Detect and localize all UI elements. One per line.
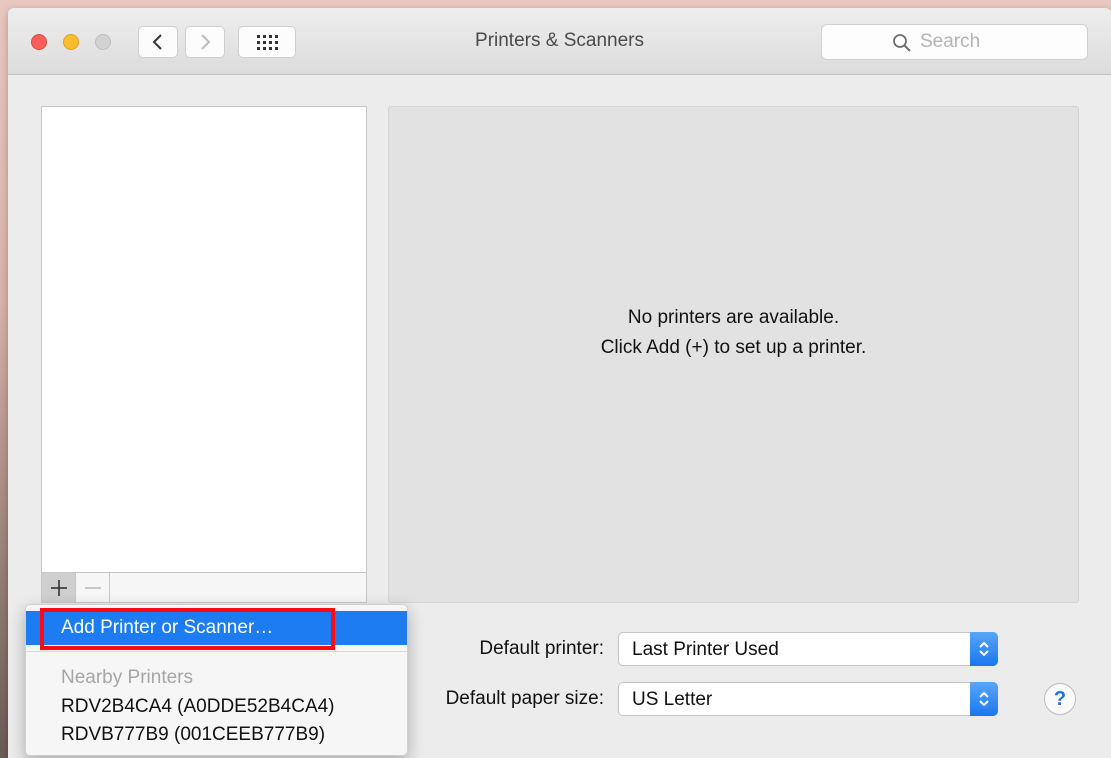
paper-size-label: Default paper size:	[445, 688, 604, 709]
search-icon	[893, 34, 911, 52]
nearby-printers-header: Nearby Printers	[61, 667, 193, 688]
remove-printer-button[interactable]	[76, 573, 110, 602]
printer-detail-pane: No printers are available. Click Add (+)…	[388, 106, 1079, 603]
default-printer-label: Default printer:	[479, 638, 604, 659]
default-printer-popup[interactable]: Last Printer Used	[618, 632, 998, 666]
up-down-chevron-icon	[970, 682, 998, 716]
paper-size-value: US Letter	[632, 689, 713, 710]
search-input[interactable]	[920, 29, 1070, 55]
nearby-printer-item[interactable]: RDVB777B9 (001CEEB777B9)	[26, 721, 407, 749]
paper-size-popup[interactable]: US Letter	[618, 682, 998, 716]
default-printer-value: Last Printer Used	[632, 639, 779, 660]
plus-icon	[50, 579, 67, 596]
question-mark-icon: ?	[1053, 687, 1067, 710]
printer-list-toolbar	[41, 572, 367, 603]
title-bar: Printers & Scanners	[8, 8, 1111, 75]
search-field[interactable]	[821, 24, 1088, 60]
help-button[interactable]: ?	[1044, 683, 1076, 715]
no-printers-message: No printers are available. Click Add (+)…	[389, 303, 1078, 363]
printer-list[interactable]	[41, 106, 367, 573]
add-printer-hint: Click Add (+) to set up a printer.	[600, 337, 867, 358]
nearby-printer-item[interactable]: RDV2B4CA4 (A0DDE52B4CA4)	[26, 693, 407, 721]
add-printer-button[interactable]	[42, 573, 76, 602]
add-printer-menu: Add Printer or Scanner… Nearby Printers …	[25, 604, 408, 756]
up-down-chevron-icon	[970, 632, 998, 666]
minus-icon	[84, 586, 101, 589]
add-printer-or-scanner-item[interactable]: Add Printer or Scanner…	[26, 611, 407, 645]
no-printers-line: No printers are available.	[627, 307, 840, 328]
menu-divider	[26, 651, 407, 652]
